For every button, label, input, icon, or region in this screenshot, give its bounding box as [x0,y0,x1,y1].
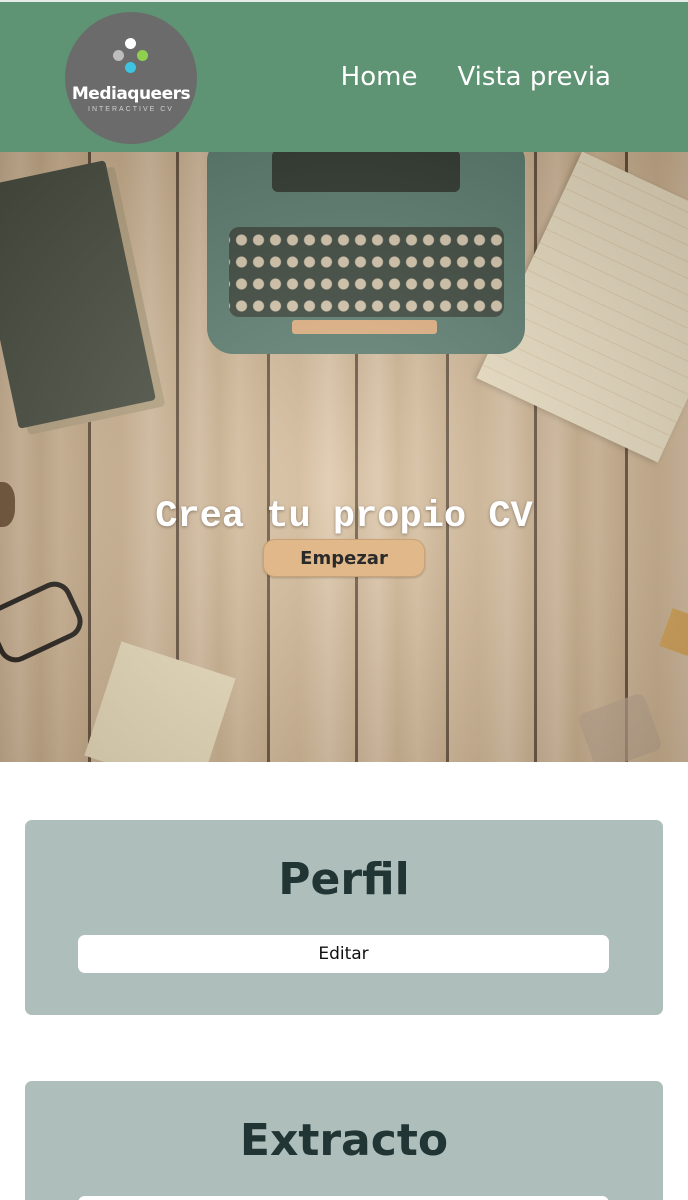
logo-dots-icon [111,38,151,78]
site-header: Mediaqueers INTERACTIVE CV Home Vista pr… [0,0,688,152]
start-button[interactable]: Empezar [263,539,425,577]
section-title-perfil: Perfil [278,854,410,905]
section-card-extracto: Extracto [25,1081,663,1200]
edit-perfil-button[interactable]: Editar [78,935,609,973]
hero-title: Crea tu propio CV [155,496,533,538]
nav-link-home[interactable]: Home [341,62,418,92]
section-card-perfil: Perfil Editar [25,820,663,1015]
hero-banner: Crea tu propio CV Empezar [0,152,688,762]
edit-extracto-button[interactable] [78,1196,609,1200]
logo-subtitle: INTERACTIVE CV [88,106,174,113]
section-title-extracto: Extracto [239,1115,449,1166]
main-nav: Home Vista previa [341,62,611,92]
nav-link-vista-previa[interactable]: Vista previa [457,62,611,92]
logo-name: Mediaqueers [71,84,191,104]
logo[interactable]: Mediaqueers INTERACTIVE CV [65,12,197,144]
